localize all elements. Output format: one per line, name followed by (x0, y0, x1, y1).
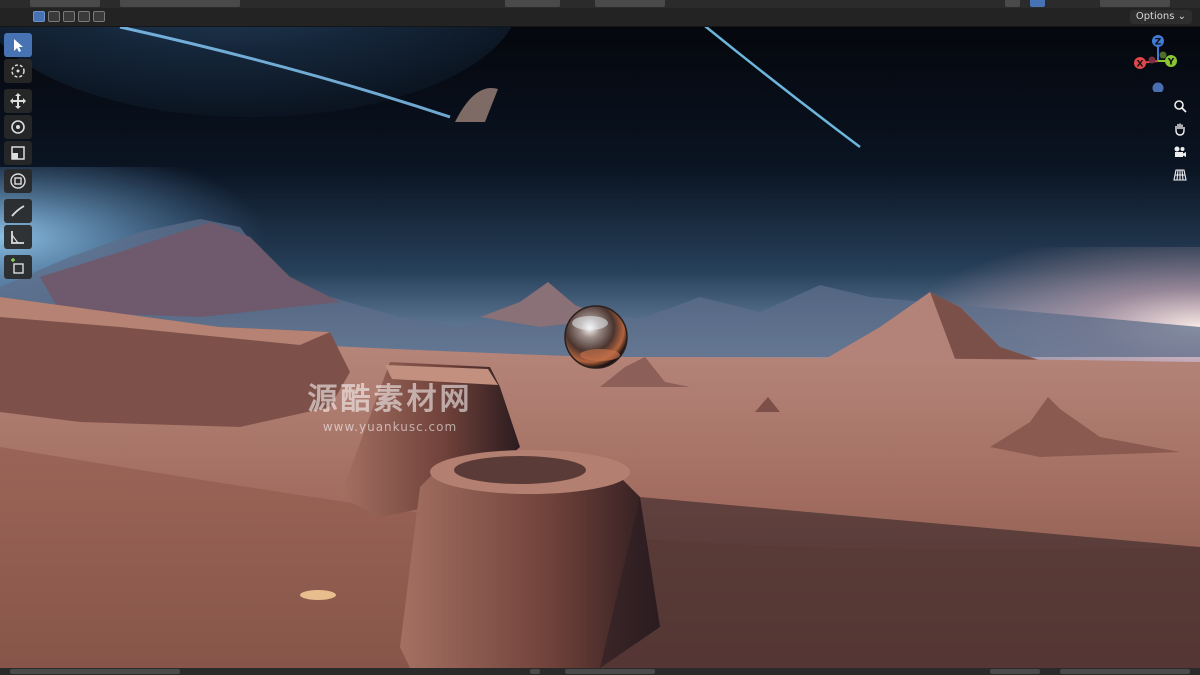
select-subtract-mode-button[interactable] (63, 11, 75, 22)
scene-render (0, 27, 1200, 668)
zoom-button[interactable] (1170, 96, 1190, 116)
grid-icon (1173, 169, 1187, 181)
select-intersect-mode-button[interactable] (93, 11, 105, 22)
move-tool[interactable] (4, 89, 32, 113)
add-cube-icon (11, 258, 24, 274)
measure-tool[interactable] (4, 225, 32, 249)
camera-view-button[interactable] (1170, 142, 1190, 162)
gizmo-y-label: Y (1167, 58, 1175, 68)
transform-tool[interactable] (4, 169, 32, 193)
perspective-toggle-button[interactable] (1170, 165, 1190, 185)
pencil-icon (11, 205, 25, 217)
move-arrows-icon (10, 93, 26, 109)
hand-icon (1175, 123, 1185, 136)
scale-tool[interactable] (4, 141, 32, 165)
gizmo-z-label: Z (1155, 38, 1162, 48)
status-bar (0, 668, 1200, 675)
3d-viewport[interactable] (0, 27, 1200, 668)
scale-icon (11, 146, 25, 160)
chevron-down-icon: ⌄ (1177, 11, 1186, 22)
ruler-icon (11, 231, 24, 244)
gizmo-neg-z[interactable] (1152, 82, 1164, 94)
cursor-arrow-icon (14, 39, 23, 52)
annotate-tool[interactable] (4, 199, 32, 223)
cursor-tool[interactable] (4, 59, 32, 83)
rotate-tool[interactable] (4, 115, 32, 139)
select-box-tool[interactable] (4, 33, 32, 57)
camera-icon (1174, 146, 1186, 157)
watermark-text: 源酷素材网 (307, 382, 473, 417)
watermark: 源酷素材网 www.yuankusc.com (270, 382, 510, 434)
viewport-header: Options ⌄ (0, 8, 1200, 27)
gizmo-neg-y[interactable] (1159, 51, 1167, 59)
select-new-mode-button[interactable] (33, 11, 45, 22)
gizmo-neg-x[interactable] (1148, 56, 1156, 64)
crosshair-cursor-icon (11, 64, 25, 78)
rotate-icon (11, 120, 25, 134)
magnifier-icon (1174, 100, 1187, 113)
select-invert-mode-button[interactable] (78, 11, 90, 22)
watermark-url: www.yuankusc.com (322, 420, 458, 434)
options-label: Options (1135, 11, 1175, 22)
transform-icon (10, 173, 26, 189)
pan-button[interactable] (1170, 119, 1190, 139)
options-dropdown[interactable]: Options ⌄ (1129, 10, 1192, 24)
select-extend-mode-button[interactable] (48, 11, 60, 22)
blender-window: Options ⌄ Z Y X 源酷素材网 www.yuankusc.com (0, 0, 1200, 675)
navigation-gizmo[interactable]: Z Y X (1130, 34, 1186, 94)
add-cube-tool[interactable] (4, 255, 32, 279)
gizmo-x-label: X (1137, 60, 1144, 70)
